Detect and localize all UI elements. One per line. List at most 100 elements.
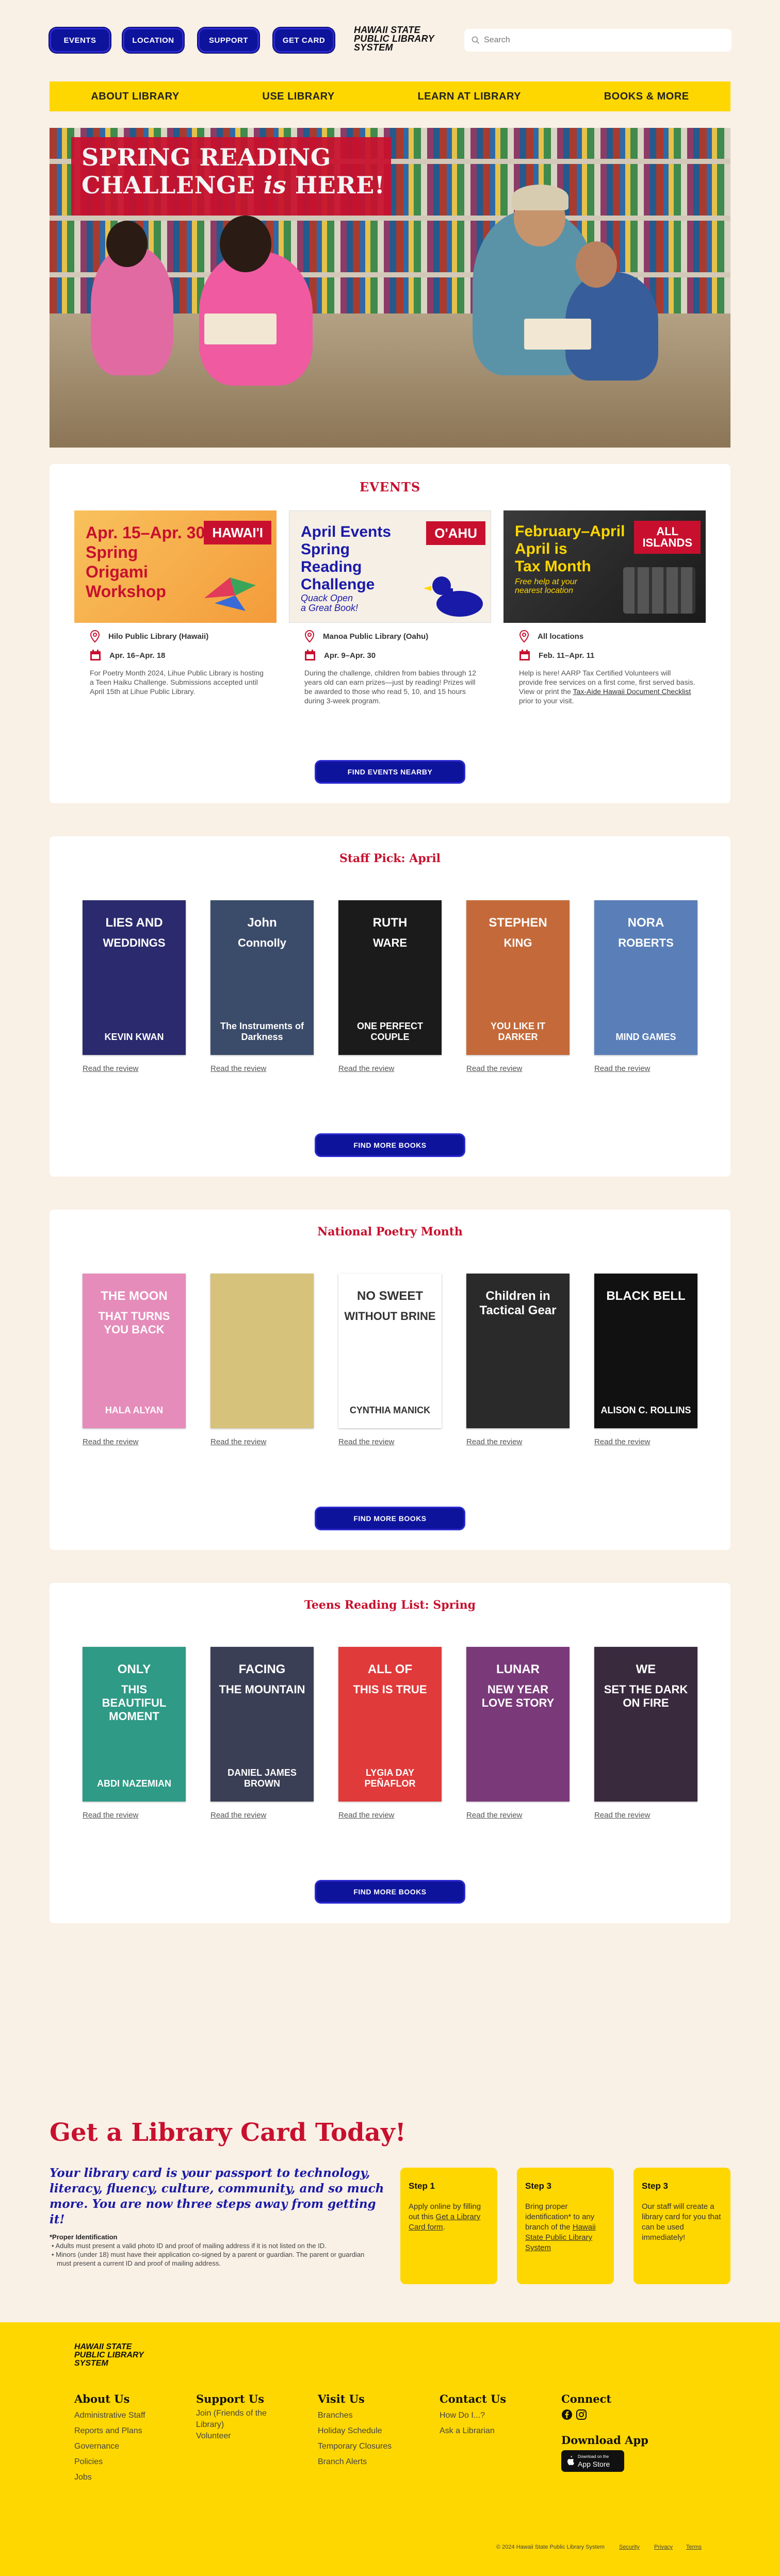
footer-link[interactable]: Policies: [74, 2454, 145, 2470]
instagram-icon[interactable]: [576, 2409, 587, 2420]
book-cover[interactable]: BLACK BELL ALISON C. ROLLINS: [594, 1274, 697, 1428]
find-more-books-button[interactable]: FIND MORE BOOKS: [315, 1880, 465, 1904]
step-label: Step 3: [525, 2181, 552, 2191]
security-link[interactable]: Security: [619, 2544, 640, 2550]
book-card[interactable]: FACING THE MOUNTAIN DANIEL JAMES BROWN Read…: [210, 1647, 314, 1820]
book-card[interactable]: THE MOON THAT TURNS YOU BACK HALA ALYAN Rea…: [83, 1274, 186, 1446]
book-card[interactable]: STEPHEN KING YOU LIKE IT DARKER Read the re…: [466, 900, 570, 1073]
book-card[interactable]: John Connolly The Instruments of Darkness R…: [210, 900, 314, 1073]
event-card[interactable]: February–April April is Tax Month Free h…: [503, 510, 706, 705]
event-description-end: prior to your visit.: [519, 697, 574, 705]
book-card[interactable]: NO SWEET WITHOUT BRINE CYNTHIA MANICK Read …: [338, 1274, 442, 1446]
find-events-nearby-button[interactable]: FIND EVENTS NEARBY: [315, 760, 465, 784]
book-card[interactable]: LUNAR NEW YEAR LOVE STORY Read the review: [466, 1647, 570, 1820]
read-the-review-link[interactable]: Read the review: [83, 1811, 186, 1820]
book-cover[interactable]: THE MOON THAT TURNS YOU BACK HALA ALYAN: [83, 1274, 186, 1428]
event-date-row: Apr. 16–Apr. 18: [74, 650, 277, 661]
book-title-line-2: WITHOUT BRINE: [344, 1310, 436, 1323]
footer-link[interactable]: Administrative Staff: [74, 2408, 145, 2423]
read-the-review-link[interactable]: Read the review: [594, 1438, 697, 1446]
read-the-review-link[interactable]: Read the review: [466, 1811, 570, 1820]
read-the-review-link[interactable]: Read the review: [210, 1438, 314, 1446]
footer-link[interactable]: How Do I...?: [440, 2408, 506, 2423]
book-card[interactable]: Children in Tactical Gear Read the review: [466, 1274, 570, 1446]
book-cover[interactable]: NO SWEET WITHOUT BRINE CYNTHIA MANICK: [338, 1274, 442, 1428]
site-logo[interactable]: HAWAII STATE PUBLIC LIBRARY SYSTEM: [354, 25, 452, 52]
location-nav-button[interactable]: LOCATION: [123, 28, 184, 53]
footer-about-heading: About Us: [74, 2392, 130, 2405]
hero-banner[interactable]: SPRING READING CHALLENGE is HERE!: [50, 128, 730, 448]
book-card[interactable]: ALL OF THIS IS TRUE LYGIA DAY PEÑAFLOR Read…: [338, 1647, 442, 1820]
footer-link[interactable]: Jobs: [74, 2470, 145, 2485]
read-the-review-link[interactable]: Read the review: [466, 1438, 570, 1446]
footer-link[interactable]: Reports and Plans: [74, 2423, 145, 2439]
read-the-review-link[interactable]: Read the review: [466, 1064, 570, 1073]
man-cap: [512, 185, 568, 210]
read-the-review-link[interactable]: Read the review: [210, 1811, 314, 1820]
book-cover[interactable]: Children in Tactical Gear: [466, 1274, 570, 1428]
search-input[interactable]: [484, 36, 711, 45]
footer-link[interactable]: Temporary Closures: [318, 2439, 392, 2454]
book-card[interactable]: Read the review: [210, 1274, 314, 1446]
book-cover[interactable]: John Connolly The Instruments of Darkness: [210, 900, 314, 1055]
book-card[interactable]: LIES AND WEDDINGS KEVIN KWAN Read the revie…: [83, 900, 186, 1073]
book-card[interactable]: ONLY THIS BEAUTIFUL MOMENT ABDI NAZEMIAN Re…: [83, 1647, 186, 1820]
footer-link[interactable]: Branches: [318, 2408, 392, 2423]
privacy-link[interactable]: Privacy: [654, 2544, 673, 2550]
footer-logo[interactable]: HAWAII STATE PUBLIC LIBRARY SYSTEM: [74, 2343, 172, 2368]
tax-aide-checklist-link[interactable]: Tax-Aide Hawaii Document Checklist: [573, 687, 691, 696]
book-cover[interactable]: NORA ROBERTS MIND GAMES: [594, 900, 697, 1055]
book-card[interactable]: RUTH WARE ONE PERFECT COUPLE Read the revie…: [338, 900, 442, 1073]
read-the-review-link[interactable]: Read the review: [594, 1064, 697, 1073]
book-cover[interactable]: [210, 1274, 314, 1428]
events-nav-button[interactable]: EVENTS: [50, 28, 110, 53]
read-the-review-link[interactable]: Read the review: [338, 1811, 442, 1820]
find-more-books-button[interactable]: FIND MORE BOOKS: [315, 1133, 465, 1157]
footer-link[interactable]: Branch Alerts: [318, 2454, 392, 2470]
event-location-row: Hilo Public Library (Hawaii): [74, 630, 277, 642]
nav-about-library[interactable]: ABOUT LIBRARY: [91, 91, 179, 103]
event-card[interactable]: April Events Spring Reading Challenge Qu…: [289, 510, 491, 705]
app-store-badge[interactable]: Download on the App Store: [561, 2450, 624, 2472]
book-cover[interactable]: FACING THE MOUNTAIN DANIEL JAMES BROWN: [210, 1647, 314, 1802]
book-cover[interactable]: ALL OF THIS IS TRUE LYGIA DAY PEÑAFLOR: [338, 1647, 442, 1802]
book-cover[interactable]: STEPHEN KING YOU LIKE IT DARKER: [466, 900, 570, 1055]
read-the-review-link[interactable]: Read the review: [338, 1064, 442, 1073]
logo-line-2: PUBLIC LIBRARY: [74, 2351, 144, 2359]
book-cover[interactable]: ONLY THIS BEAUTIFUL MOMENT ABDI NAZEMIAN: [83, 1647, 186, 1802]
facebook-icon[interactable]: [561, 2409, 573, 2420]
hero-line-2: CHALLENGE: [82, 171, 264, 199]
nav-books-and-more[interactable]: BOOKS & MORE: [604, 91, 689, 103]
footer-link[interactable]: Governance: [74, 2439, 145, 2454]
book-card[interactable]: BLACK BELL ALISON C. ROLLINS Read the revi…: [594, 1274, 697, 1446]
support-nav-button[interactable]: SUPPORT: [198, 28, 259, 53]
get-card-nav-button[interactable]: GET CARD: [273, 28, 334, 53]
book-card[interactable]: NORA ROBERTS MIND GAMES Read the review: [594, 900, 697, 1073]
book-title: THE MOON: [101, 1289, 168, 1303]
footer-link[interactable]: Volunteer: [196, 2431, 279, 2442]
read-the-review-link[interactable]: Read the review: [210, 1064, 314, 1073]
read-the-review-link[interactable]: Read the review: [338, 1438, 442, 1446]
read-the-review-link[interactable]: Read the review: [83, 1438, 186, 1446]
book-title: FACING: [238, 1662, 286, 1676]
book-title: WE: [636, 1662, 656, 1676]
footer-link[interactable]: Holiday Schedule: [318, 2423, 392, 2439]
event-card[interactable]: Apr. 15–Apr. 30 Spring Origami Workshop …: [74, 510, 277, 696]
book-title: NO SWEET: [356, 1289, 423, 1303]
read-the-review-link[interactable]: Read the review: [83, 1064, 186, 1073]
nav-learn-at-library[interactable]: LEARN AT LIBRARY: [417, 91, 521, 103]
footer-link[interactable]: Join (Friends of the Library): [196, 2408, 279, 2431]
find-more-books-button[interactable]: FIND MORE BOOKS: [315, 1507, 465, 1530]
book-cover[interactable]: WE SET THE DARK ON FIRE: [594, 1647, 697, 1802]
read-the-review-link[interactable]: Read the review: [594, 1811, 697, 1820]
book-cover[interactable]: LUNAR NEW YEAR LOVE STORY: [466, 1647, 570, 1802]
search-bar[interactable]: [464, 29, 732, 52]
footer-contact-column: Contact Us How Do I...? Ask a Librarian: [440, 2391, 506, 2439]
terms-link[interactable]: Terms: [686, 2544, 702, 2550]
logo-line-3: SYSTEM: [74, 2359, 108, 2368]
book-cover[interactable]: RUTH WARE ONE PERFECT COUPLE: [338, 900, 442, 1055]
book-card[interactable]: WE SET THE DARK ON FIRE Read the review: [594, 1647, 697, 1820]
book-cover[interactable]: LIES AND WEDDINGS KEVIN KWAN: [83, 900, 186, 1055]
nav-use-library[interactable]: USE LIBRARY: [262, 91, 334, 103]
footer-link[interactable]: Ask a Librarian: [440, 2423, 506, 2439]
